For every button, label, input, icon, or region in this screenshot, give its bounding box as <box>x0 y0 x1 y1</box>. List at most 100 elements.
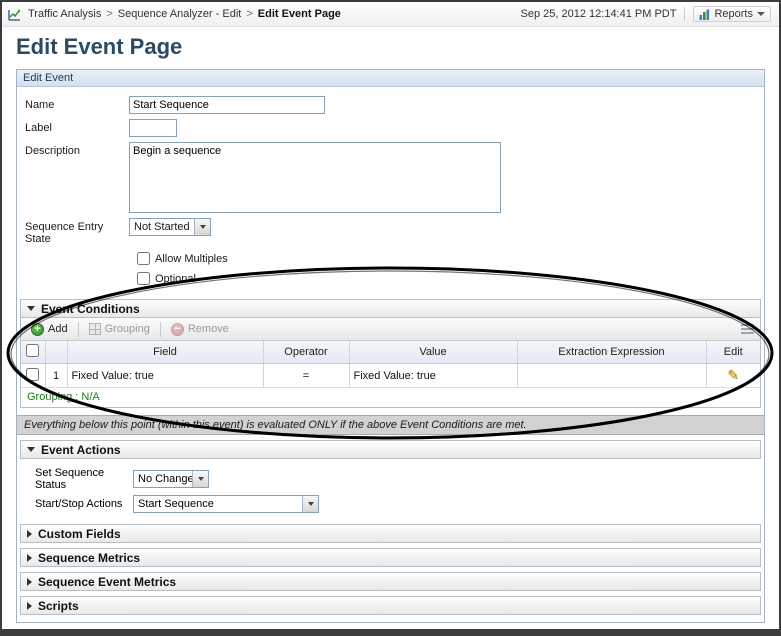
collapse-arrow-icon <box>27 447 35 452</box>
conditions-table: Field Operator Value Extraction Expressi… <box>21 341 760 387</box>
breadcrumb-separator: > <box>246 8 252 20</box>
top-right-area: Sep 25, 2012 12:14:41 PM PDT Reports <box>521 6 771 22</box>
grouping-icon <box>89 323 101 335</box>
event-actions-title: Event Actions <box>41 443 121 457</box>
app-window: Traffic Analysis > Sequence Analyzer - E… <box>0 0 781 636</box>
toolbar-divider <box>78 322 79 337</box>
optional-row: Optional <box>137 272 764 285</box>
section-scripts[interactable]: Scripts <box>20 596 761 615</box>
select-all-checkbox[interactable] <box>26 344 39 357</box>
section-sequence-metrics[interactable]: Sequence Metrics <box>20 548 761 567</box>
conditions-toolbar: Add Grouping Remove <box>21 318 760 341</box>
description-row: Description Begin a sequence <box>17 142 764 213</box>
sequence-entry-state-label: Sequence Entry State <box>17 218 129 245</box>
remove-icon <box>171 323 184 336</box>
row-number-header <box>45 341 67 364</box>
extraction-expression-column-header[interactable]: Extraction Expression <box>517 341 706 364</box>
allow-multiples-checkbox[interactable] <box>137 252 150 265</box>
sequence-entry-state-select[interactable]: Not Started <box>129 218 211 236</box>
edit-event-panel: Edit Event Name Label Description Begin … <box>16 69 765 623</box>
section-custom-fields[interactable]: Custom Fields <box>20 524 761 543</box>
event-actions-form: Set Sequence Status No Change Start/Stop… <box>17 459 764 519</box>
expand-arrow-icon <box>27 578 32 586</box>
conditions-note: Everything below this point (within this… <box>17 415 764 435</box>
label-row: Label <box>17 119 764 137</box>
reports-icon <box>699 8 710 20</box>
row-value: Fixed Value: true <box>349 364 517 388</box>
start-stop-actions-row: Start/Stop Actions Start Sequence <box>17 495 764 513</box>
row-field: Fixed Value: true <box>67 364 263 388</box>
section-sequence-event-metrics[interactable]: Sequence Event Metrics <box>20 572 761 591</box>
row-number: 1 <box>45 364 67 388</box>
name-row: Name <box>17 96 764 114</box>
save-button[interactable]: Save <box>645 632 696 636</box>
timestamp: Sep 25, 2012 12:14:41 PM PDT <box>521 8 677 20</box>
custom-fields-title: Custom Fields <box>38 527 121 541</box>
chevron-down-icon <box>757 12 765 16</box>
event-conditions-title: Event Conditions <box>41 302 140 316</box>
table-header-row: Field Operator Value Extraction Expressi… <box>21 341 760 364</box>
row-operator: = <box>263 364 349 388</box>
column-options-icon[interactable] <box>741 324 754 326</box>
start-stop-actions-label: Start/Stop Actions <box>17 498 133 510</box>
sequence-entry-state-row: Sequence Entry State Not Started <box>17 218 764 245</box>
field-column-header[interactable]: Field <box>67 341 263 364</box>
sequence-event-metrics-title: Sequence Event Metrics <box>38 575 176 589</box>
description-label: Description <box>17 142 129 157</box>
set-sequence-status-row: Set Sequence Status No Change <box>17 467 764 491</box>
event-conditions-box: Add Grouping Remove <box>20 318 761 408</box>
table-row: 1 Fixed Value: true = Fixed Value: true <box>21 364 760 388</box>
chevron-down-icon <box>194 219 210 235</box>
chevron-down-icon <box>192 471 208 487</box>
expand-arrow-icon <box>27 554 32 562</box>
chevron-down-icon <box>302 496 318 512</box>
start-stop-actions-select[interactable]: Start Sequence <box>133 495 319 513</box>
name-label: Name <box>17 96 129 111</box>
label-input[interactable] <box>129 119 177 137</box>
row-checkbox[interactable] <box>26 368 39 381</box>
reports-label: Reports <box>714 8 753 20</box>
allow-multiples-row: Allow Multiples <box>137 252 764 265</box>
event-conditions-header[interactable]: Event Conditions <box>20 299 761 318</box>
name-input[interactable] <box>129 96 325 114</box>
expand-arrow-icon <box>27 602 32 610</box>
value-column-header[interactable]: Value <box>349 341 517 364</box>
grouping-label: Grouping <box>105 323 150 335</box>
cancel-button[interactable]: Cancel <box>703 632 763 636</box>
breadcrumb-traffic-analysis[interactable]: Traffic Analysis <box>28 8 101 20</box>
selected-value: Start Sequence <box>134 496 302 512</box>
grouping-status: Grouping : N/A <box>21 387 760 407</box>
set-sequence-status-label: Set Sequence Status <box>17 467 133 491</box>
traffic-analysis-icon <box>8 8 21 21</box>
edit-icon[interactable] <box>727 367 739 384</box>
row-extraction-expression <box>517 364 706 388</box>
event-actions-header[interactable]: Event Actions <box>20 440 761 459</box>
scripts-title: Scripts <box>38 599 79 613</box>
set-sequence-status-select[interactable]: No Change <box>133 470 209 488</box>
add-button[interactable]: Add <box>27 322 72 337</box>
breadcrumb-sequence-analyzer-edit[interactable]: Sequence Analyzer - Edit <box>118 8 242 20</box>
optional-label: Optional <box>155 273 196 285</box>
breadcrumb: Traffic Analysis > Sequence Analyzer - E… <box>8 8 341 21</box>
edit-column-header: Edit <box>706 341 760 364</box>
add-icon <box>31 323 44 336</box>
collapse-arrow-icon <box>27 306 35 311</box>
divider <box>684 7 685 21</box>
page-title: Edit Event Page <box>16 34 779 60</box>
top-bar: Traffic Analysis > Sequence Analyzer - E… <box>2 2 779 27</box>
edit-event-section-header: Edit Event <box>17 70 764 87</box>
label-label: Label <box>17 119 129 134</box>
remove-button[interactable]: Remove <box>167 322 233 337</box>
reports-menu-button[interactable]: Reports <box>693 6 771 22</box>
edit-event-form: Name Label Description Begin a sequence … <box>17 87 764 294</box>
footer-actions: Save Cancel <box>2 632 763 636</box>
breadcrumb-current-page: Edit Event Page <box>258 8 341 20</box>
optional-checkbox[interactable] <box>137 272 150 285</box>
toolbar-divider <box>160 322 161 337</box>
selected-value: No Change <box>134 471 192 487</box>
description-textarea[interactable]: Begin a sequence <box>129 142 501 213</box>
operator-column-header[interactable]: Operator <box>263 341 349 364</box>
sequence-metrics-title: Sequence Metrics <box>38 551 140 565</box>
add-label: Add <box>48 323 68 335</box>
grouping-button[interactable]: Grouping <box>85 322 154 336</box>
